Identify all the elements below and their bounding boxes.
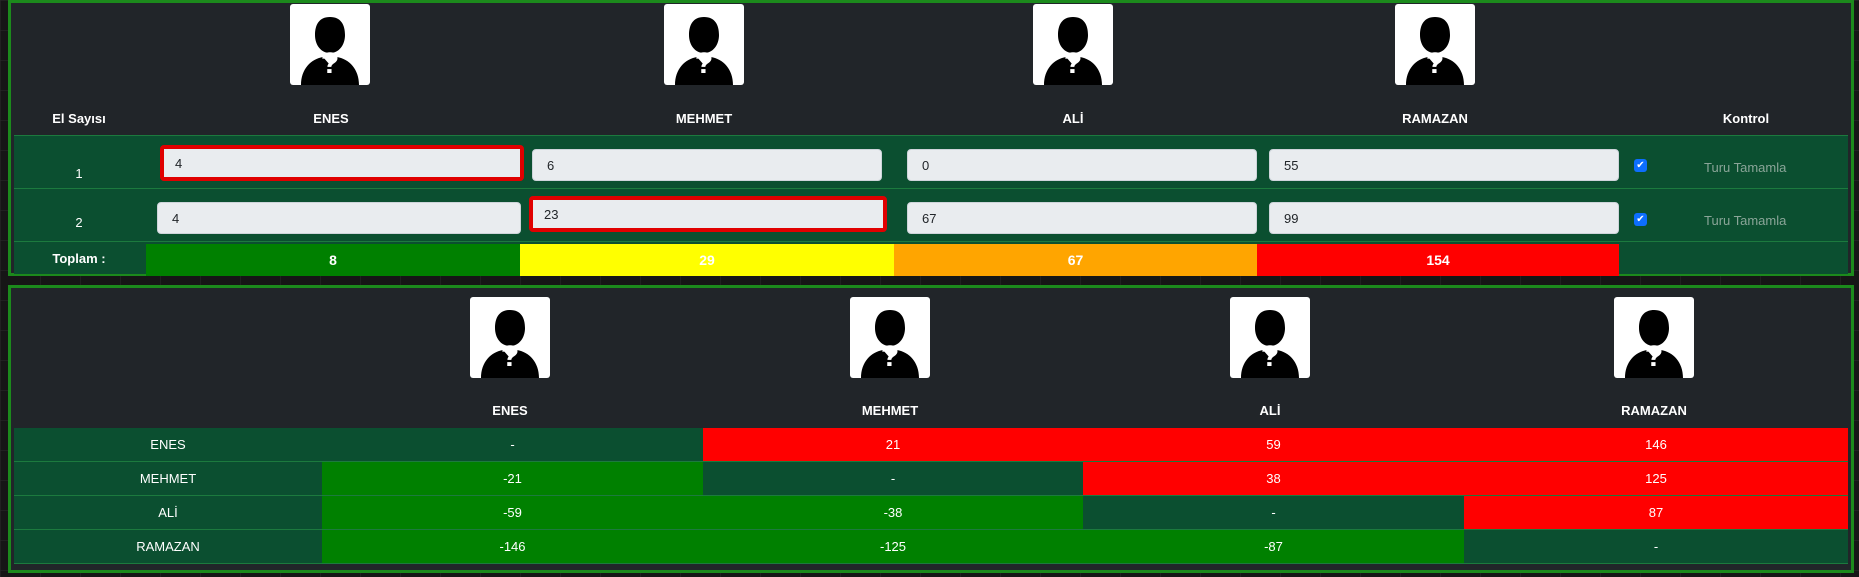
- total-enes: 8: [146, 244, 520, 276]
- svg-text:?: ?: [1261, 340, 1279, 373]
- score-input-ali-round-1[interactable]: [907, 149, 1257, 181]
- matrix-row-label: MEHMET: [14, 462, 322, 496]
- round-count-header: El Sayısı: [52, 111, 106, 126]
- round-row-1: 1 ✔ Turu Tamamla: [14, 135, 1848, 188]
- difference-matrix-panel: ? ? ? ? ENES MEHMET ALİ RAMAZAN ENES - 2…: [8, 285, 1854, 573]
- svg-text:?: ?: [1426, 47, 1444, 80]
- matrix-header-ali: ALİ: [1259, 403, 1281, 418]
- svg-text:?: ?: [881, 340, 899, 373]
- matrix-cell: -125: [703, 530, 1083, 564]
- score-input-ramazan-round-1[interactable]: [1269, 149, 1619, 181]
- score-input-mehmet-round-1[interactable]: [532, 149, 882, 181]
- check-icon: ✔: [1636, 159, 1645, 171]
- round-number: 2: [75, 215, 83, 230]
- matrix-cell: 87: [1464, 496, 1848, 530]
- svg-text:?: ?: [1645, 340, 1663, 373]
- svg-text:?: ?: [501, 340, 519, 373]
- total-mehmet: 29: [520, 244, 894, 276]
- matrix-header-ramazan: RAMAZAN: [1621, 403, 1687, 418]
- score-input-ali-round-2[interactable]: [907, 202, 1257, 234]
- avatar-ramazan: ?: [1395, 4, 1475, 85]
- svg-text:?: ?: [1064, 47, 1082, 80]
- player-header-mehmet: MEHMET: [675, 111, 733, 126]
- check-icon: ✔: [1636, 213, 1645, 225]
- round-complete-checkbox[interactable]: ✔: [1634, 213, 1647, 226]
- unknown-person-icon: ?: [861, 310, 919, 378]
- avatar-enes: ?: [290, 4, 370, 85]
- matrix-header-mehmet: MEHMET: [861, 403, 919, 418]
- matrix-row-label: ALİ: [14, 496, 322, 530]
- matrix-cell: -21: [322, 462, 703, 496]
- matrix-cell: -87: [1083, 530, 1464, 564]
- unknown-person-icon: ?: [1406, 17, 1464, 85]
- player-header-ramazan: RAMAZAN: [1402, 111, 1468, 126]
- avatar-ali: ?: [1230, 297, 1310, 378]
- score-input-mehmet-round-2[interactable]: [529, 196, 887, 232]
- player-header-enes: ENES: [313, 111, 349, 126]
- matrix-row-label: RAMAZAN: [14, 530, 322, 564]
- total-ramazan: 154: [1257, 244, 1619, 276]
- score-input-ramazan-round-2[interactable]: [1269, 202, 1619, 234]
- svg-text:?: ?: [695, 47, 713, 80]
- avatar-mehmet: ?: [664, 4, 744, 85]
- score-table-panel: ? ? ? ? El Sayısı ENES MEHMET ALİ RAMAZA…: [8, 0, 1854, 276]
- matrix-cell: -: [322, 428, 703, 462]
- unknown-person-icon: ?: [1044, 17, 1102, 85]
- total-ali: 67: [894, 244, 1257, 276]
- avatar-ramazan: ?: [1614, 297, 1694, 378]
- matrix-cell: -38: [703, 496, 1083, 530]
- round-number: 1: [75, 166, 83, 181]
- matrix-cell: 59: [1083, 428, 1464, 462]
- unknown-person-icon: ?: [481, 310, 539, 378]
- avatar-ali: ?: [1033, 4, 1113, 85]
- score-input-enes-round-2[interactable]: [157, 202, 521, 234]
- unknown-person-icon: ?: [1241, 310, 1299, 378]
- complete-round-button[interactable]: Turu Tamamla: [1704, 160, 1786, 175]
- matrix-cell: -: [1083, 496, 1464, 530]
- matrix-header-enes: ENES: [492, 403, 528, 418]
- avatar-enes: ?: [470, 297, 550, 378]
- score-input-enes-round-1[interactable]: [160, 145, 524, 181]
- matrix-cell: -59: [322, 496, 703, 530]
- matrix-cell: 146: [1464, 428, 1848, 462]
- matrix-cell: 125: [1464, 462, 1848, 496]
- unknown-person-icon: ?: [1625, 310, 1683, 378]
- matrix-cell: -: [1464, 530, 1848, 564]
- matrix-cell: -146: [322, 530, 703, 564]
- complete-round-button[interactable]: Turu Tamamla: [1704, 213, 1786, 228]
- matrix-cell: 21: [703, 428, 1083, 462]
- round-row-2: 2 ✔ Turu Tamamla: [14, 188, 1848, 241]
- unknown-person-icon: ?: [675, 17, 733, 85]
- matrix-row-label: ENES: [14, 428, 322, 462]
- unknown-person-icon: ?: [301, 17, 359, 85]
- round-complete-checkbox[interactable]: ✔: [1634, 159, 1647, 172]
- matrix-cell: 38: [1083, 462, 1464, 496]
- avatar-mehmet: ?: [850, 297, 930, 378]
- control-header: Kontrol: [1722, 111, 1770, 126]
- total-label: Toplam :: [52, 251, 106, 266]
- svg-text:?: ?: [321, 47, 339, 80]
- matrix-cell: -: [703, 462, 1083, 496]
- player-header-ali: ALİ: [1062, 111, 1084, 126]
